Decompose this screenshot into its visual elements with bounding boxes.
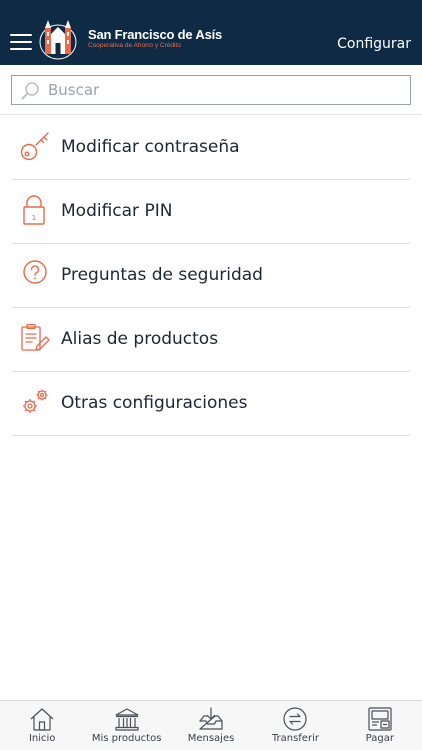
menu-item-label: Modificar PIN bbox=[61, 201, 173, 221]
nav-label: Transferir bbox=[271, 733, 319, 744]
brand: San Francisco de Asís Cooperativa de Aho… bbox=[88, 28, 222, 50]
menu-item-preguntas-seguridad[interactable]: Preguntas de seguridad bbox=[12, 244, 410, 308]
nav-item-mis-productos[interactable]: Mis productos bbox=[84, 701, 168, 750]
app-header: San Francisco de Asís Cooperativa de Aho… bbox=[0, 0, 422, 65]
key-icon bbox=[20, 132, 49, 161]
pay-icon bbox=[368, 707, 392, 731]
question-icon bbox=[23, 260, 47, 284]
padlock-icon: 1 bbox=[23, 195, 45, 225]
nav-label: Pagar bbox=[365, 733, 394, 744]
menu-item-label: Alias de productos bbox=[61, 329, 219, 349]
divider bbox=[0, 114, 422, 115]
inbox-icon bbox=[199, 707, 223, 730]
menu-item-label: Preguntas de seguridad bbox=[61, 265, 263, 285]
church-logo-icon bbox=[39, 20, 77, 60]
nav-item-pagar[interactable]: Pagar bbox=[338, 701, 422, 750]
search-icon bbox=[21, 82, 39, 100]
transfer-icon bbox=[283, 707, 308, 731]
gears-icon bbox=[23, 389, 48, 413]
nav-label: Inicio bbox=[28, 733, 56, 744]
home-icon bbox=[30, 708, 54, 731]
menu-item-modificar-pin[interactable]: 1 Modificar PIN bbox=[12, 180, 410, 244]
menu-item-modificar-contrasena[interactable]: Modificar contraseña bbox=[12, 116, 410, 180]
nav-item-inicio[interactable]: Inicio bbox=[0, 701, 84, 750]
search-input[interactable] bbox=[48, 76, 403, 104]
nav-item-transferir[interactable]: Transferir bbox=[253, 701, 337, 750]
search-box bbox=[11, 75, 411, 105]
nav-label: Mensajes bbox=[187, 733, 235, 744]
bottom-nav: Inicio Mis productos Mensajes Transferir… bbox=[0, 700, 422, 750]
clipboard-edit-icon bbox=[21, 323, 50, 351]
menu-item-label: Otras configuraciones bbox=[61, 393, 248, 413]
bank-icon bbox=[115, 708, 139, 731]
nav-item-mensajes[interactable]: Mensajes bbox=[169, 701, 253, 750]
brand-name: San Francisco de Asís bbox=[88, 27, 223, 42]
menu-item-otras-configuraciones[interactable]: Otras configuraciones bbox=[12, 372, 410, 436]
nav-label: Mis productos bbox=[91, 733, 162, 744]
svg-text:1: 1 bbox=[32, 214, 36, 222]
menu-item-alias-productos[interactable]: Alias de productos bbox=[12, 308, 410, 372]
configurar-title: Configurar bbox=[337, 36, 411, 52]
brand-subtitle: Cooperativa de Ahorro y Crédito bbox=[88, 42, 181, 49]
menu-item-label: Modificar contraseña bbox=[61, 137, 240, 157]
settings-menu: Modificar contraseña 1 Modificar PIN Pre… bbox=[12, 116, 410, 436]
hamburger-icon[interactable] bbox=[10, 34, 32, 50]
